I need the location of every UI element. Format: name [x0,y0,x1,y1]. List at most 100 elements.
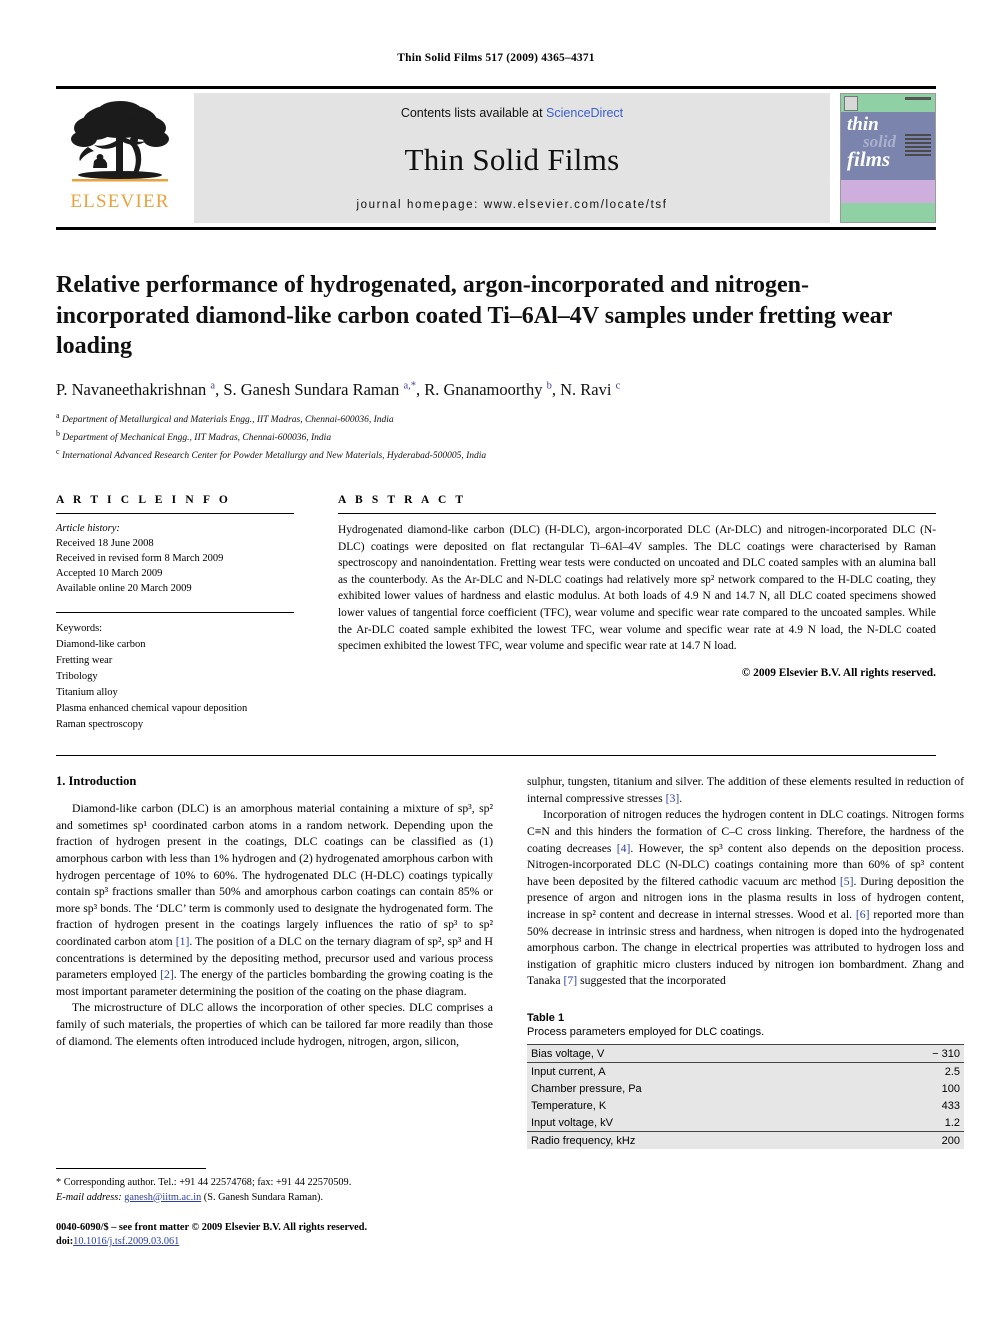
elsevier-wordmark: ELSEVIER [70,191,170,212]
citation-link[interactable]: [3] [666,792,680,805]
footnote-divider [56,1168,206,1169]
sciencedirect-link[interactable]: ScienceDirect [546,106,623,120]
author-list: P. Navaneethakrishnan a, S. Ganesh Sunda… [56,380,621,400]
article-info-column: A R T I C L E I N F O Article history: R… [56,494,294,733]
citation-link[interactable]: [7] [564,974,578,987]
cover-title: thin solid films [847,115,896,172]
table-cell-parameter: Input voltage, kV [531,1116,613,1129]
contents-available-line: Contents lists available at ScienceDirec… [401,106,623,120]
article-history-item: Accepted 10 March 2009 [56,567,163,579]
affiliation-item: c International Advanced Research Center… [56,446,936,464]
affiliation-mark: c [56,447,60,456]
table-row: Radio frequency, kHz 200 [527,1131,964,1150]
journal-cover-thumbnail: thin solid films [840,93,936,223]
table-cell-parameter: Input current, A [531,1065,606,1078]
masthead-center-panel: Contents lists available at ScienceDirec… [194,93,830,223]
cover-title-line3: films [847,147,891,172]
table-row: Input current, A 2.5 [527,1063,964,1081]
running-head: Thin Solid Films 517 (2009) 4365–4371 [397,52,595,64]
keywords-block: Keywords: Diamond-like carbon Fretting w… [56,621,294,733]
affiliation-mark: a [56,411,60,421]
cover-header-rule [905,97,931,100]
affiliation-text: Department of Mechanical Engg., IIT Madr… [62,433,332,444]
table-row: Temperature, K 433 [527,1097,964,1114]
affiliation-item: b Department of Mechanical Engg., IIT Ma… [56,428,936,446]
citation-link[interactable]: [6] [856,908,870,921]
citation-link[interactable]: [1] [176,935,190,948]
keyword-item: Diamond-like carbon [56,639,146,651]
keyword-item: Raman spectroscopy [56,719,144,731]
doi-link[interactable]: 10.1016/j.tsf.2009.03.061 [73,1236,179,1247]
abstract-text: Hydrogenated diamond-like carbon (DLC) (… [338,523,936,653]
table-cell-parameter: Bias voltage, V [527,1044,863,1064]
keyword-item: Titanium alloy [56,687,118,699]
divider [56,612,294,614]
journal-homepage-line[interactable]: journal homepage: www.elsevier.com/locat… [356,199,667,211]
journal-name: Thin Solid Films [404,141,620,177]
table-cell-parameter: Temperature, K [531,1099,607,1112]
citation-link[interactable]: [2] [160,968,174,981]
page-footnote: * Corresponding author. Tel.: +91 44 225… [56,1168,493,1250]
cover-band-lavender [841,180,935,203]
table-cell-value: 100 [941,1082,960,1095]
affiliation-item: a Department of Metallurgical and Materi… [56,410,936,428]
keyword-item: Fretting wear [56,655,113,667]
citation-link[interactable]: [4] [617,842,631,855]
email-label: E-mail address: [56,1191,122,1203]
table-cell-value: − 310 [862,1044,964,1064]
body-right-column: sulphur, tungsten, titanium and silver. … [527,774,965,1150]
affiliation-list: a Department of Metallurgical and Materi… [56,410,936,464]
keyword-item: Tribology [56,671,98,683]
table1-label: Table 1 [527,1012,565,1025]
table-cell-value: 200 [862,1131,964,1150]
keywords-label: Keywords: [56,623,103,635]
table1-wrapper: Table 1 Process parameters employed for … [527,1012,964,1150]
article-history-label: Article history: [56,522,120,534]
elsevier-tree-icon [71,101,169,182]
keyword-item: Plasma enhanced chemical vapour depositi… [56,703,248,715]
body-left-column: 1. Introduction Diamond-like carbon (DLC… [56,774,493,1149]
table1-caption: Process parameters employed for DLC coat… [527,1026,765,1039]
divider [56,755,936,757]
affiliation-text: International Advanced Research Center f… [61,451,487,462]
table-cell-parameter: Radio frequency, kHz [527,1131,863,1150]
paragraph: sulphur, tungsten, titanium and silver. … [527,775,964,805]
article-history-item: Available online 20 March 2009 [56,582,192,594]
corresponding-author-note: * Corresponding author. Tel.: +91 44 225… [56,1177,352,1188]
issn-text: 0040-6090/$ – see front matter © 2009 El… [56,1222,368,1234]
article-history-block: Article history: Received 18 June 2008 R… [56,522,294,597]
table1: Bias voltage, V − 310 Input current, A 2… [527,1044,964,1150]
abstract-heading: A B S T R A C T [338,493,467,506]
table-cell-value: 1.2 [944,1116,960,1129]
abstract-copyright: © 2009 Elsevier B.V. All rights reserved… [741,667,936,680]
email-link[interactable]: ganesh@iitm.ac.in [124,1192,201,1203]
section-heading-introduction: 1. Introduction [56,774,137,789]
paragraph: The microstructure of DLC allows the inc… [56,1001,493,1048]
email-note: E-mail address: ganesh@iitm.ac.in (S. Ga… [56,1191,493,1206]
paragraph: Diamond-like carbon (DLC) is an amorphou… [56,802,493,998]
divider [338,512,936,514]
table-row: Bias voltage, V − 310 [527,1044,964,1064]
table-cell-parameter: Chamber pressure, Pa [531,1082,642,1095]
elsevier-logo: ELSEVIER [56,93,184,223]
affiliation-mark: b [56,429,60,439]
cover-side-text-lines [905,134,931,158]
article-history-item: Received 18 June 2008 [56,537,154,549]
body-columns: 1. Introduction Diamond-like carbon (DLC… [56,774,964,1150]
email-owner: (S. Ganesh Sundara Raman). [201,1191,324,1203]
contents-prefix: Contents lists available at [400,106,547,120]
table-cell-value: 433 [941,1099,960,1112]
info-abstract-region: A R T I C L E I N F O Article history: R… [56,494,936,733]
citation-link[interactable]: [5] [840,875,854,888]
journal-masthead: ELSEVIER Contents lists available at Sci… [56,86,936,230]
table-cell-value: 2.5 [944,1065,960,1078]
article-title: Relative performance of hydrogenated, ar… [56,272,893,360]
table-row: Chamber pressure, Pa 100 [527,1080,964,1097]
abstract-column: A B S T R A C T Hydrogenated diamond-lik… [338,494,936,733]
table-row: Input voltage, kV 1.2 [527,1114,964,1132]
article-info-heading: A R T I C L E I N F O [56,493,231,506]
affiliation-text: Department of Metallurgical and Material… [61,415,394,426]
paragraph: Incorporation of nitrogen reduces the hy… [527,808,965,988]
article-history-item: Received in revised form 8 March 2009 [56,552,224,564]
doi-label: doi: [56,1236,74,1248]
